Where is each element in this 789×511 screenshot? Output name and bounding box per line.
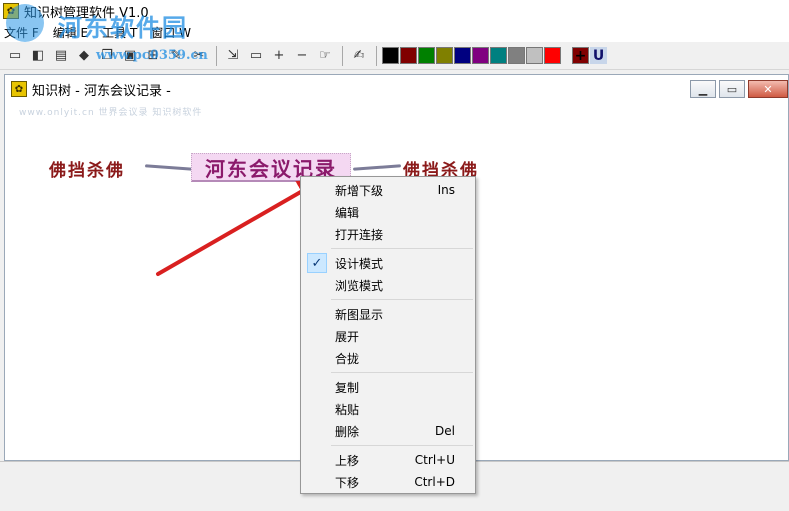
menu-item-add-child[interactable]: 新增下级 Ins bbox=[301, 179, 475, 201]
toolbar: ▭ ◧ ▤ ◆ ❐ ▣ ⊞ ✎ ✂ ⇲ ▭ + − ☞ ✍ + U bbox=[0, 42, 789, 70]
minus-icon[interactable]: − bbox=[291, 45, 313, 67]
menu-item-shortcut: Ctrl+U bbox=[414, 453, 455, 467]
menu-item-browse-mode[interactable]: 浏览模式 bbox=[301, 274, 475, 296]
menu-item-label: 删除 bbox=[335, 424, 360, 439]
menu-bar: 文件 F 编辑 E 工具 T 窗口 W bbox=[0, 22, 789, 42]
menu-item-label: 打开连接 bbox=[335, 227, 384, 242]
color-swatch[interactable] bbox=[436, 47, 453, 64]
color-swatch[interactable] bbox=[544, 47, 561, 64]
scissors-icon[interactable]: ✂ bbox=[188, 45, 210, 67]
menu-tools[interactable]: 工具 T bbox=[102, 24, 137, 41]
paste-icon[interactable]: ▣ bbox=[119, 45, 141, 67]
color-swatch[interactable] bbox=[472, 47, 489, 64]
menu-item-label: 设计模式 bbox=[335, 256, 384, 271]
color-palette bbox=[382, 47, 562, 64]
menu-item-label: 编辑 bbox=[335, 205, 360, 220]
font-color-swatch[interactable]: + bbox=[572, 47, 589, 64]
color-swatch[interactable] bbox=[400, 47, 417, 64]
color-swatch[interactable] bbox=[508, 47, 525, 64]
menu-item-collapse[interactable]: 合拢 bbox=[301, 347, 475, 369]
menu-item-open-link[interactable]: 打开连接 bbox=[301, 223, 475, 245]
left-connector bbox=[144, 164, 194, 171]
menu-item-label: 复制 bbox=[335, 380, 360, 395]
menu-item-shortcut: Del bbox=[435, 424, 455, 438]
import-icon[interactable]: ⇲ bbox=[222, 45, 244, 67]
window-icon[interactable]: ▭ bbox=[245, 45, 267, 67]
pin-icon[interactable]: ✎ bbox=[165, 45, 187, 67]
menu-separator bbox=[331, 248, 473, 249]
menu-item-expand[interactable]: 展开 bbox=[301, 325, 475, 347]
menu-item-label: 新增下级 bbox=[335, 183, 384, 198]
menu-item-copy[interactable]: 复制 bbox=[301, 376, 475, 398]
child-title: 知识树 - 河东会议记录 - bbox=[32, 83, 171, 99]
menu-item-label: 下移 bbox=[335, 475, 360, 490]
menu-item-shortcut: Ins bbox=[437, 183, 455, 197]
checkmark-icon: ✓ bbox=[307, 253, 327, 273]
app-title-bar: ✿ 知识树管理软件 V1.0 bbox=[0, 0, 789, 22]
faint-header-text: www.onlyit.cn 世界会议录 知识树软件 bbox=[19, 108, 203, 118]
menu-edit[interactable]: 编辑 E bbox=[53, 24, 88, 41]
color-swatch[interactable] bbox=[526, 47, 543, 64]
right-connector bbox=[352, 164, 402, 171]
text-tool-icon[interactable]: ✍ bbox=[348, 45, 370, 67]
open-icon[interactable]: ◧ bbox=[27, 45, 49, 67]
menu-item-edit[interactable]: 编辑 bbox=[301, 201, 475, 223]
pointer-icon[interactable]: ☞ bbox=[314, 45, 336, 67]
menu-item-label: 浏览模式 bbox=[335, 278, 384, 293]
menu-item-shortcut: Ctrl+D bbox=[414, 475, 455, 489]
menu-item-delete[interactable]: 删除 Del bbox=[301, 420, 475, 442]
copy-icon[interactable]: ❐ bbox=[96, 45, 118, 67]
toolbar-separator bbox=[376, 45, 377, 66]
toolbar-separator bbox=[216, 45, 217, 66]
knowledge-tree-doc-icon: ✿ bbox=[11, 81, 27, 97]
new-icon[interactable]: ▭ bbox=[4, 45, 26, 67]
left-node[interactable]: 佛挡杀佛 bbox=[49, 156, 125, 181]
color-swatch[interactable] bbox=[382, 47, 399, 64]
menu-separator bbox=[331, 372, 473, 373]
menu-item-paste[interactable]: 粘贴 bbox=[301, 398, 475, 420]
context-menu: 新增下级 Ins 编辑 打开连接 ✓ 设计模式 浏览模式 新图显示 展开 合拢 … bbox=[300, 176, 476, 494]
plus-icon[interactable]: + bbox=[268, 45, 290, 67]
save-icon[interactable]: ▤ bbox=[50, 45, 72, 67]
menu-window[interactable]: 窗口 W bbox=[151, 24, 191, 41]
tree-icon[interactable]: ⊞ bbox=[142, 45, 164, 67]
menu-item-label: 展开 bbox=[335, 329, 360, 344]
menu-separator bbox=[331, 445, 473, 446]
menu-item-label: 新图显示 bbox=[335, 307, 384, 322]
menu-separator bbox=[331, 299, 473, 300]
toolbar-separator bbox=[342, 45, 343, 66]
menu-item-move-up[interactable]: 上移 Ctrl+U bbox=[301, 449, 475, 471]
menu-item-label: 上移 bbox=[335, 453, 360, 468]
menu-item-new-view[interactable]: 新图显示 bbox=[301, 303, 475, 325]
color-swatch[interactable] bbox=[418, 47, 435, 64]
close-button[interactable]: ✕ bbox=[748, 80, 788, 98]
menu-item-design-mode[interactable]: ✓ 设计模式 bbox=[301, 252, 475, 274]
menu-file[interactable]: 文件 F bbox=[4, 24, 39, 41]
child-title-bar: ✿ 知识树 - 河东会议记录 - ▁ ▭ ✕ bbox=[5, 75, 788, 103]
color-swatch[interactable] bbox=[490, 47, 507, 64]
minimize-button[interactable]: ▁ bbox=[690, 80, 716, 98]
cut-icon[interactable]: ◆ bbox=[73, 45, 95, 67]
menu-item-label: 粘贴 bbox=[335, 402, 360, 417]
window-controls: ▁ ▭ ✕ bbox=[687, 80, 788, 98]
restore-button[interactable]: ▭ bbox=[719, 80, 745, 98]
color-swatch[interactable] bbox=[454, 47, 471, 64]
app-title: 知识树管理软件 V1.0 bbox=[24, 5, 149, 21]
menu-item-move-down[interactable]: 下移 Ctrl+D bbox=[301, 471, 475, 493]
menu-item-label: 合拢 bbox=[335, 351, 360, 366]
knowledge-tree-app-icon: ✿ bbox=[3, 3, 19, 19]
underline-button[interactable]: U bbox=[590, 47, 607, 64]
